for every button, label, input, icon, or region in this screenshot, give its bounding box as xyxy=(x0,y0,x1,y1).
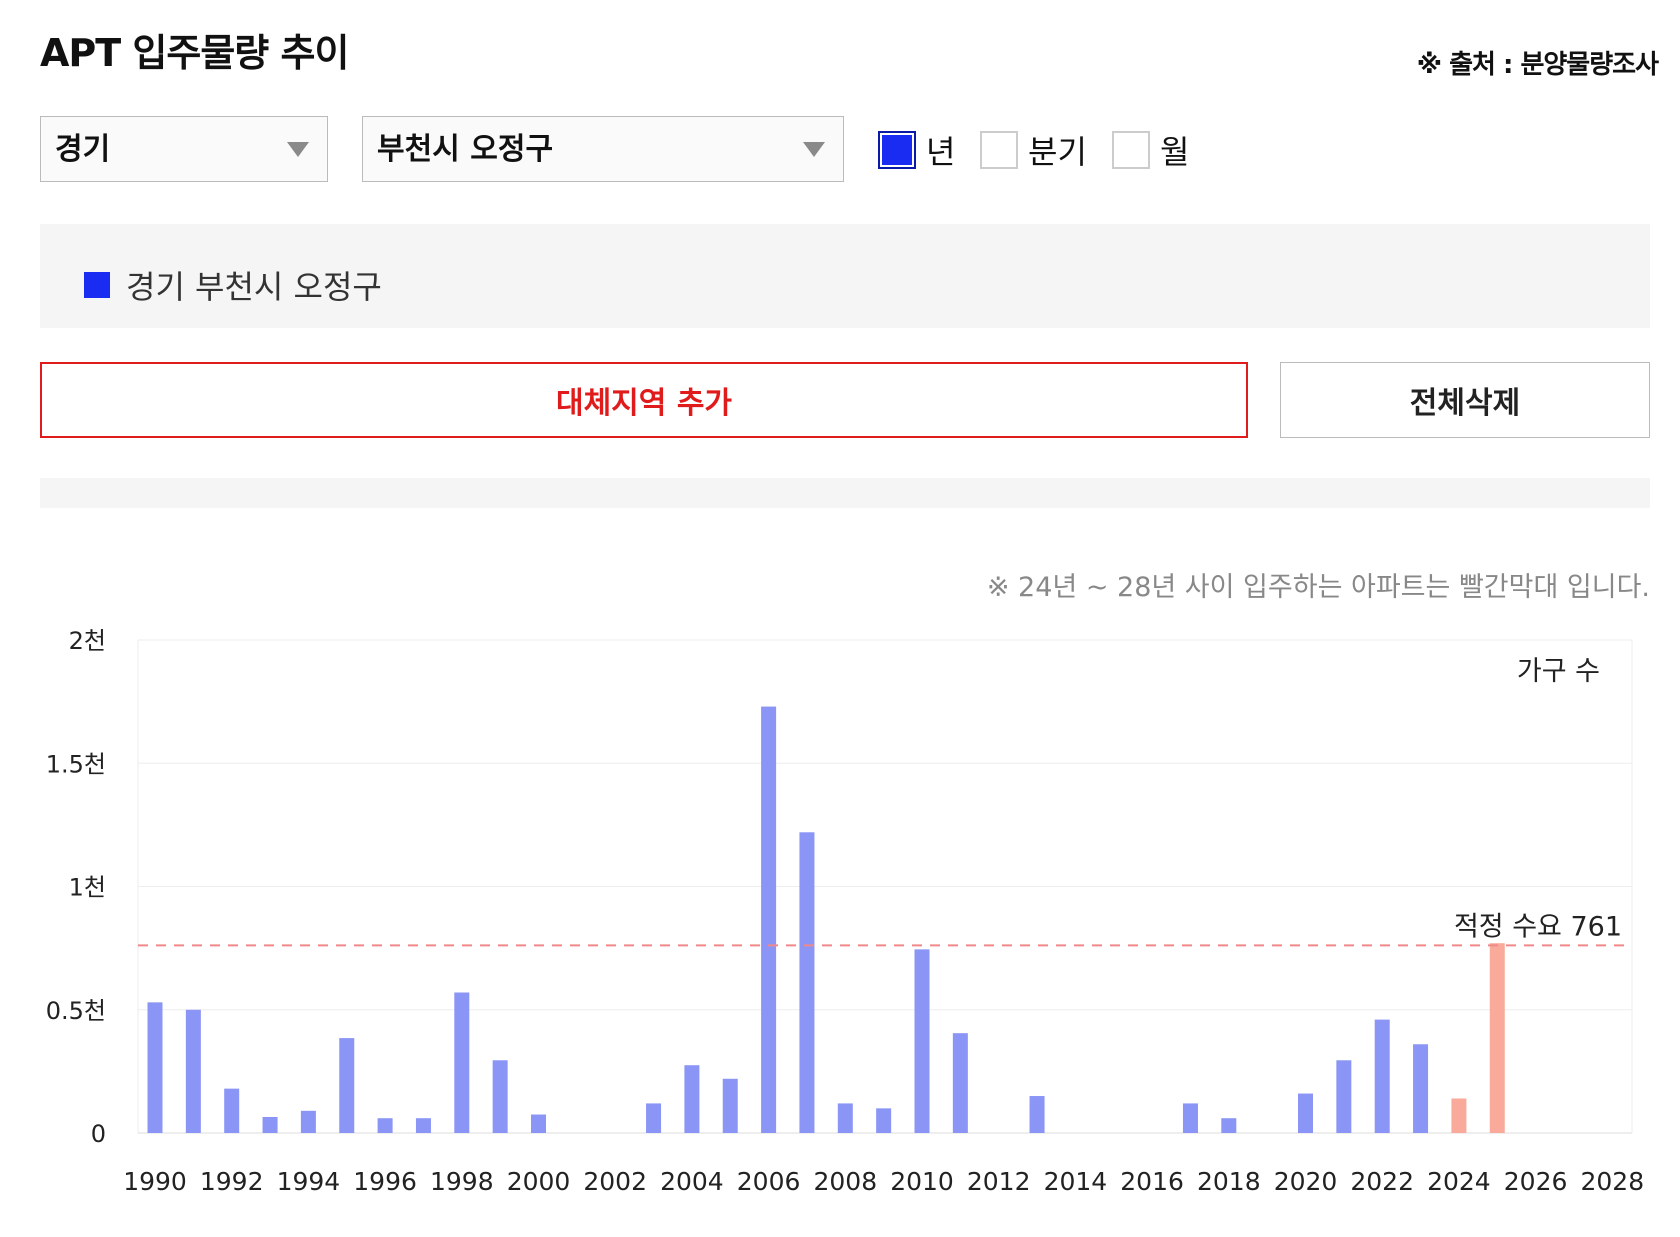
bar xyxy=(415,1118,431,1133)
x-tick-label: 1994 xyxy=(277,1167,341,1196)
bar xyxy=(799,832,815,1133)
x-tick-label: 2004 xyxy=(660,1167,724,1196)
x-tick-label: 2012 xyxy=(967,1167,1031,1196)
unit-label: 가구 수 xyxy=(1517,656,1600,687)
x-tick-label: 2006 xyxy=(737,1167,801,1196)
bar xyxy=(262,1116,278,1133)
x-tick-label: 2020 xyxy=(1274,1167,1338,1196)
bar xyxy=(454,992,470,1133)
x-tick-label: 1996 xyxy=(353,1167,417,1196)
bar xyxy=(185,1009,201,1133)
x-tick-label: 2022 xyxy=(1350,1167,1414,1196)
x-tick-label: 2002 xyxy=(583,1167,647,1196)
bar xyxy=(761,706,777,1133)
x-tick-label: 2010 xyxy=(890,1167,954,1196)
x-tick-label: 1990 xyxy=(123,1167,187,1196)
x-tick-label: 2014 xyxy=(1044,1167,1108,1196)
y-tick-label: 2천 xyxy=(69,627,106,655)
bar xyxy=(1298,1093,1313,1133)
x-tick-label: 2016 xyxy=(1120,1167,1184,1196)
bar xyxy=(1451,1098,1467,1133)
x-tick-label: 1992 xyxy=(200,1167,264,1196)
y-tick-label: 1.5천 xyxy=(46,750,106,778)
bar xyxy=(646,1103,662,1133)
bar xyxy=(1413,1044,1429,1133)
supply-chart: 0 0.5천 1천 1.5천 2천 1990 1992 1994 1996 1998 2000 200… xyxy=(46,627,1644,1196)
bar xyxy=(300,1110,316,1133)
bar xyxy=(147,1002,163,1133)
x-tick-label: 2000 xyxy=(507,1167,571,1196)
bar xyxy=(952,1033,968,1133)
bar xyxy=(1489,943,1505,1133)
bar xyxy=(837,1103,853,1133)
bar xyxy=(224,1088,240,1133)
bar xyxy=(1336,1060,1352,1133)
reference-label: 적정 수요 761 xyxy=(1454,911,1622,942)
x-tick-label: 2026 xyxy=(1504,1167,1568,1196)
y-tick-label: 0.5천 xyxy=(46,997,106,1025)
x-tick-label: 2028 xyxy=(1580,1167,1644,1196)
bar xyxy=(377,1118,393,1133)
bar xyxy=(914,949,930,1133)
bar xyxy=(1374,1019,1390,1133)
bar xyxy=(722,1078,738,1133)
x-tick-label: 2024 xyxy=(1427,1167,1491,1196)
bar xyxy=(339,1038,355,1133)
x-tick-label: 1998 xyxy=(430,1167,494,1196)
y-tick-label: 0 xyxy=(91,1120,106,1148)
bar xyxy=(1182,1103,1198,1133)
bar xyxy=(1221,1118,1237,1133)
y-tick-label: 1천 xyxy=(69,874,106,902)
x-tick-label: 2008 xyxy=(813,1167,877,1196)
bar xyxy=(1029,1096,1045,1133)
bar xyxy=(876,1108,892,1133)
bar xyxy=(684,1065,700,1133)
x-tick-label: 2018 xyxy=(1197,1167,1261,1196)
bar xyxy=(531,1114,546,1133)
bar xyxy=(492,1060,508,1133)
